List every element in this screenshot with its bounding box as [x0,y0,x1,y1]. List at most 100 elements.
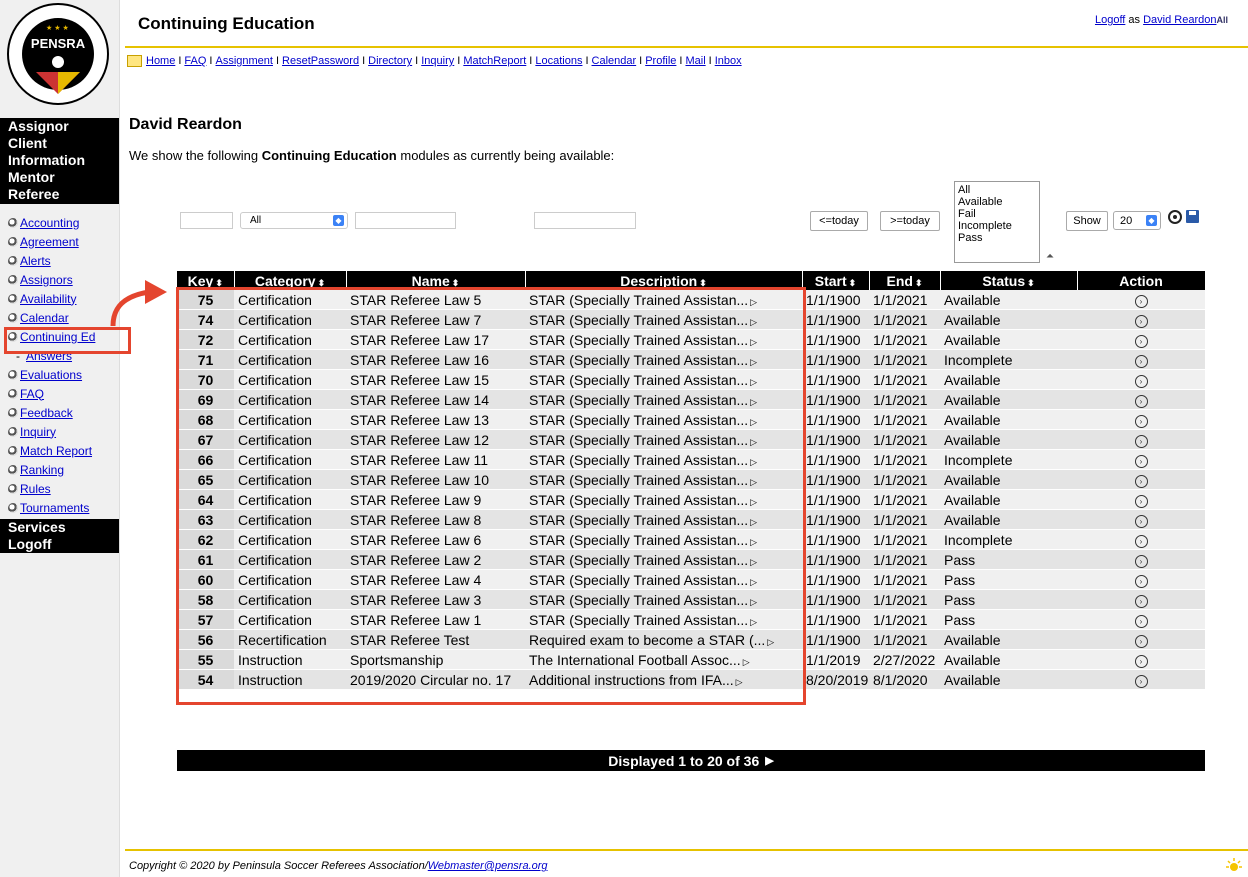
show-button[interactable]: Show [1066,211,1108,231]
status-filter-list[interactable]: All Available Fail Incomplete Pass [954,181,1040,263]
sidebar-link[interactable]: Agreement [20,235,79,249]
open-module-icon[interactable]: › [1134,295,1148,308]
before-today-button[interactable]: <=today [810,211,868,231]
next-page-icon[interactable]: ▶ [765,754,773,767]
sidebar-section-logoff[interactable]: Logoff [0,536,119,553]
category-filter-select[interactable]: All ◆ [240,212,348,229]
sidebar-item-continuing-ed[interactable]: Continuing Ed [0,327,119,346]
sidebar-item-assignors[interactable]: Assignors [0,270,119,289]
open-module-icon[interactable]: › [1134,595,1148,608]
sidebar-link[interactable]: Alerts [20,254,51,268]
sidebar-link[interactable]: Match Report [20,444,92,458]
expand-icon[interactable]: ▷ [750,357,757,367]
open-module-icon[interactable]: › [1134,335,1148,348]
sidebar-link[interactable]: FAQ [20,387,44,401]
name-filter-input[interactable] [355,212,456,229]
expand-icon[interactable]: ▷ [767,637,774,647]
open-module-icon[interactable]: › [1134,635,1148,648]
open-module-icon[interactable]: › [1134,515,1148,528]
open-module-icon[interactable]: › [1134,435,1148,448]
description-filter-input[interactable] [534,212,636,229]
sidebar-section-referee[interactable]: Referee [0,186,119,204]
key-filter-input[interactable] [180,212,233,229]
expand-icon[interactable]: ▷ [750,297,757,307]
nav-assignment[interactable]: Assignment [215,55,272,67]
expand-icon[interactable]: ▷ [750,437,757,447]
sidebar-link[interactable]: Evaluations [20,368,82,382]
column-header-key[interactable]: Key ⬍ [177,271,235,290]
expand-icon[interactable]: ▷ [750,317,757,327]
expand-icon[interactable]: ▷ [750,337,757,347]
expand-icon[interactable]: ▷ [750,597,757,607]
sidebar-item-rules[interactable]: Rules [0,479,119,498]
nav-calendar[interactable]: Calendar [592,55,637,67]
open-module-icon[interactable]: › [1134,315,1148,328]
expand-icon[interactable]: ▷ [743,657,750,667]
sidebar-link[interactable]: Inquiry [20,425,56,439]
sidebar-item-inquiry[interactable]: Inquiry [0,422,119,441]
sidebar-item-calendar[interactable]: Calendar [0,308,119,327]
sidebar-item-feedback[interactable]: Feedback [0,403,119,422]
sidebar-link[interactable]: Rules [20,482,51,496]
open-module-icon[interactable]: › [1134,355,1148,368]
open-module-icon[interactable]: › [1134,555,1148,568]
open-module-icon[interactable]: › [1134,655,1148,668]
sidebar-section-assignor[interactable]: Assignor [0,118,119,135]
column-header-name[interactable]: Name ⬍ [346,271,526,290]
expand-icon[interactable]: ▷ [750,517,757,527]
column-header-start[interactable]: Start ⬍ [802,271,870,290]
expand-icon[interactable]: ▷ [750,557,757,567]
webmaster-link[interactable]: Webmaster@pensra.org [428,860,548,872]
nav-faq[interactable]: FAQ [184,55,206,67]
nav-mail[interactable]: Mail [685,55,705,67]
sidebar-item-evaluations[interactable]: Evaluations [0,365,119,384]
sidebar-link[interactable]: Assignors [20,273,73,287]
open-module-icon[interactable]: › [1134,675,1148,688]
sidebar-item-ranking[interactable]: Ranking [0,460,119,479]
pensra-logo[interactable]: PENSRA ★ ★ ★ [6,2,110,106]
sidebar-item-answers[interactable]: - Answers [0,346,119,365]
open-module-icon[interactable]: › [1134,495,1148,508]
sidebar-item-alerts[interactable]: Alerts [0,251,119,270]
column-header-category[interactable]: Category ⬍ [234,271,347,290]
sidebar-item-match-report[interactable]: Match Report [0,441,119,460]
record-icon[interactable] [1168,210,1182,224]
logoff-link[interactable]: Logoff [1095,14,1125,26]
open-module-icon[interactable]: › [1134,395,1148,408]
sidebar-item-availability[interactable]: Availability [0,289,119,308]
sidebar-section-mentor[interactable]: Mentor [0,169,119,186]
sidebar-item-faq[interactable]: FAQ [0,384,119,403]
nav-match-report[interactable]: MatchReport [463,55,526,67]
column-header-end[interactable]: End ⬍ [869,271,941,290]
expand-icon[interactable]: ▷ [736,677,743,687]
open-module-icon[interactable]: › [1134,415,1148,428]
sidebar-item-tournaments[interactable]: Tournaments [0,498,119,517]
open-module-icon[interactable]: › [1134,615,1148,628]
status-option[interactable]: Incomplete [958,220,1036,232]
expand-icon[interactable]: ▷ [750,417,757,427]
open-module-icon[interactable]: › [1134,375,1148,388]
sidebar-section-client[interactable]: Client [0,135,119,152]
save-icon[interactable] [1186,210,1199,223]
expand-icon[interactable]: ▷ [750,397,757,407]
collapse-top-icon[interactable]: ⏶ [1046,251,1054,262]
expand-icon[interactable]: ▷ [750,577,757,587]
sidebar-link[interactable]: Availability [20,292,76,306]
sidebar-link[interactable]: Ranking [20,463,64,477]
open-module-icon[interactable]: › [1134,535,1148,548]
nav-inbox[interactable]: Inbox [715,55,742,67]
open-module-icon[interactable]: › [1134,575,1148,588]
nav-reset-password[interactable]: ResetPassword [282,55,359,67]
status-option[interactable]: Pass [958,232,1036,244]
expand-icon[interactable]: ▷ [750,477,757,487]
nav-home[interactable]: Home [146,55,175,67]
sidebar-item-accounting[interactable]: Accounting [0,213,119,232]
expand-icon[interactable]: ▷ [750,377,757,387]
sidebar-section-information[interactable]: Information [0,152,119,169]
sidebar-link[interactable]: Tournaments [20,501,89,515]
open-module-icon[interactable]: › [1134,455,1148,468]
expand-icon[interactable]: ▷ [750,537,757,547]
column-header-description[interactable]: Description ⬍ [525,271,803,290]
open-module-icon[interactable]: › [1134,475,1148,488]
user-profile-link[interactable]: David Reardon [1143,14,1216,26]
